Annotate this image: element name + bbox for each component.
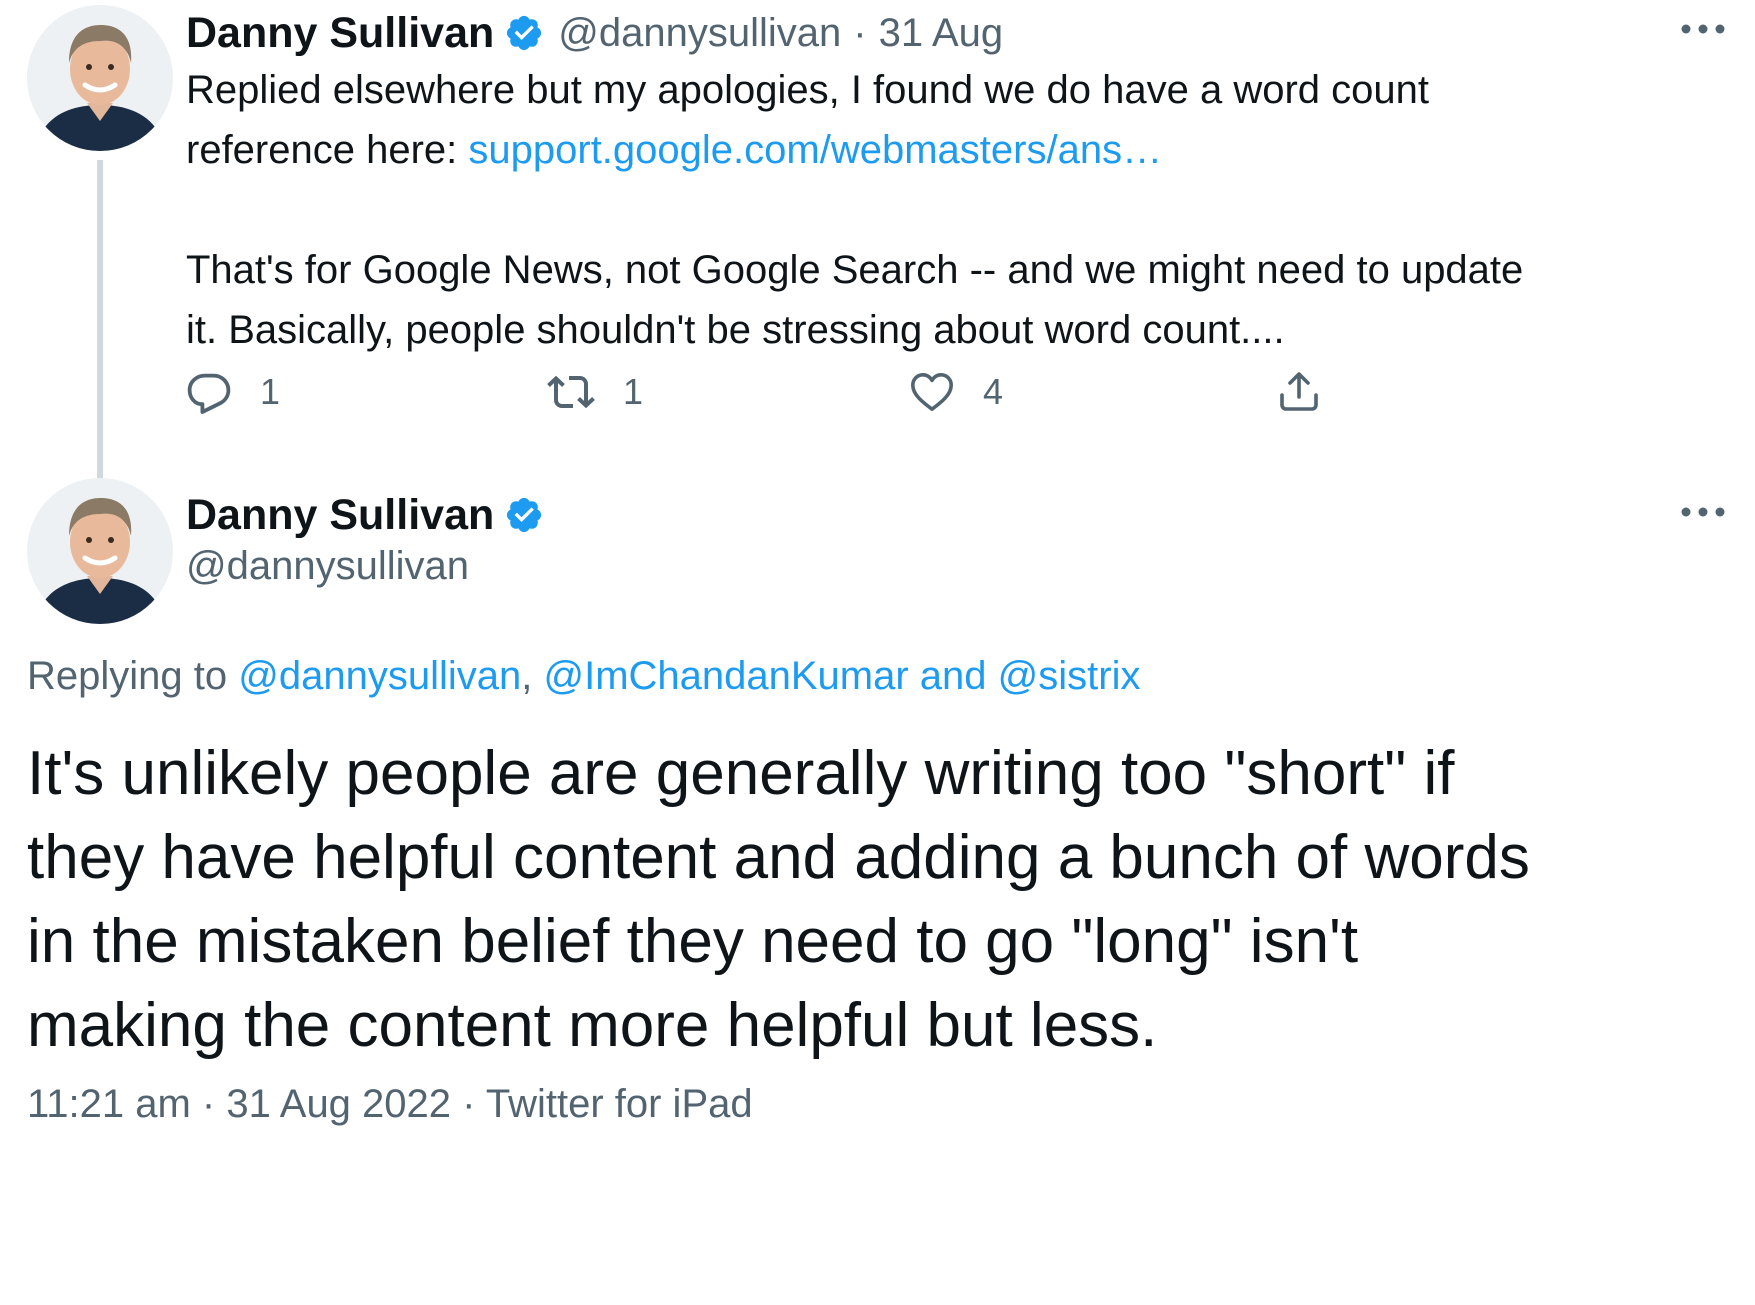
reply-button[interactable]: 1 (186, 368, 280, 416)
more-options-button[interactable] (1673, 14, 1733, 44)
mention-link[interactable]: @ImChandanKumar (543, 654, 908, 698)
mention-link[interactable]: @sistrix (998, 654, 1141, 698)
support-link[interactable]: support.google.com/webmasters/ans… (468, 128, 1162, 172)
author-name[interactable]: Danny Sullivan (186, 9, 494, 58)
mention-and: and (908, 654, 998, 698)
tweet-text-line: It's unlikely people are generally writi… (27, 739, 1455, 808)
tweet-text-line: reference here: support.google.com/webma… (186, 120, 1736, 180)
tweet-text-line: they have helpful content and adding a b… (27, 823, 1530, 892)
more-options-button[interactable] (1673, 497, 1733, 527)
tweet-date[interactable]: 31 Aug (879, 11, 1004, 56)
separator: · (451, 1082, 486, 1126)
tweet-timestamp-row: 11:21 am · 31 Aug 2022 · Twitter for iPa… (27, 1082, 753, 1127)
share-icon (1280, 372, 1318, 411)
tweet-header: Danny Sullivan @dannysullivan · 31 Aug (186, 8, 1003, 58)
main-tweet-text: It's unlikely people are generally writi… (27, 732, 1727, 1068)
retweet-icon (547, 375, 595, 409)
author-handle[interactable]: @dannysullivan (186, 544, 469, 589)
avatar-photo-icon (27, 478, 173, 624)
tweet-source[interactable]: Twitter for iPad (486, 1082, 753, 1126)
reply-count: 1 (260, 371, 281, 412)
tweet-text-fragment: reference here: (186, 128, 469, 172)
tweet-text-line: Replied elsewhere but my apologies, I fo… (186, 68, 1429, 112)
more-horizontal-icon (1681, 24, 1725, 34)
heart-icon (911, 373, 953, 411)
avatar[interactable] (27, 5, 173, 151)
replying-to: Replying to @dannysullivan, @ImChandanKu… (27, 654, 1140, 699)
retweet-button[interactable]: 1 (545, 368, 643, 416)
like-button[interactable]: 4 (907, 368, 1003, 416)
tweet-full-date[interactable]: 31 Aug 2022 (226, 1082, 451, 1126)
share-button[interactable] (1275, 366, 1323, 416)
mention-link[interactable]: @dannysullivan (238, 654, 521, 698)
tweet-header: Danny Sullivan (186, 490, 544, 540)
more-horizontal-icon (1681, 507, 1725, 517)
avatar-photo-icon (27, 5, 173, 151)
author-handle[interactable]: @dannysullivan (558, 11, 841, 56)
mention-separator: , (521, 654, 544, 698)
reply-icon (187, 373, 231, 414)
separator: · (853, 10, 867, 55)
replying-prefix: Replying to (27, 654, 239, 698)
verified-badge-icon (507, 497, 542, 533)
separator: · (190, 1082, 227, 1126)
retweet-count: 1 (623, 371, 644, 412)
tweet-text: Replied elsewhere but my apologies, I fo… (186, 60, 1736, 360)
avatar[interactable] (27, 478, 173, 624)
verified-badge-icon (507, 15, 542, 51)
tweet-time[interactable]: 11:21 am (27, 1082, 191, 1126)
tweet-text-line: in the mistaken belief they need to go "… (27, 907, 1359, 976)
thread-connector-line (97, 160, 103, 522)
tweet-text-line: making the content more helpful but less… (27, 991, 1158, 1060)
like-count: 4 (983, 371, 1004, 412)
tweet-text-line: That's for Google News, not Google Searc… (186, 248, 1524, 292)
author-name[interactable]: Danny Sullivan (186, 491, 494, 540)
tweet-text-line: it. Basically, people shouldn't be stres… (186, 308, 1285, 352)
